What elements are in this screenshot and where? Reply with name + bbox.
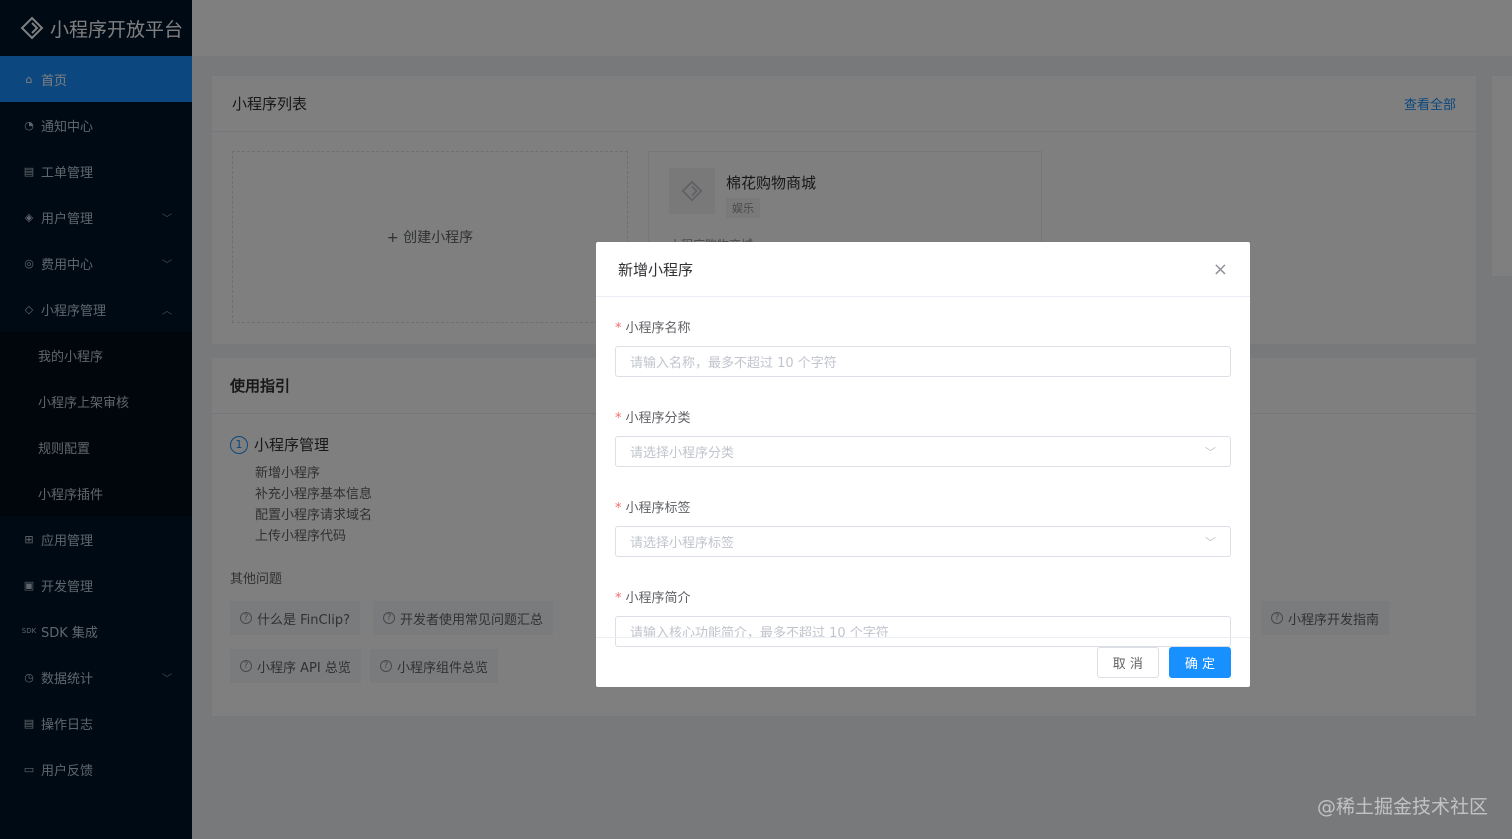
tag-select-placeholder: 请选择小程序标签 (630, 536, 735, 551)
field-label-text: 小程序分类 (625, 411, 691, 426)
name-input-placeholder: 请输入名称，最多不超过 10 个字符 (630, 356, 837, 371)
category-select-placeholder: 请选择小程序分类 (630, 446, 735, 461)
close-icon[interactable]: × (1213, 259, 1228, 280)
field-label-text: 小程序标签 (625, 501, 691, 516)
required-mark: * (615, 501, 622, 516)
field-label-text: 小程序名称 (625, 321, 691, 336)
chevron-down-icon: ﹀ (1205, 535, 1216, 549)
watermark: @稀土掘金技术社区 (1316, 796, 1488, 818)
new-miniprogram-dialog: 新增小程序 × * 小程序名称 请输入名称，最多不超过 10 个字符 * 小程序分类… (596, 242, 1250, 687)
dialog-footer: 取 消 确 定 (596, 637, 1250, 687)
required-mark: * (615, 591, 622, 606)
field-label: * 小程序标签 (615, 497, 1231, 516)
required-mark: * (615, 411, 622, 426)
category-select[interactable]: 请选择小程序分类 ﹀ (615, 436, 1231, 467)
required-mark: * (615, 321, 622, 336)
field-label-text: 小程序简介 (625, 591, 691, 606)
tag-select[interactable]: 请选择小程序标签 ﹀ (615, 526, 1231, 557)
confirm-button[interactable]: 确 定 (1168, 647, 1231, 678)
field-label: * 小程序名称 (615, 317, 1231, 336)
cancel-button[interactable]: 取 消 (1096, 647, 1159, 678)
field-label: * 小程序简介 (615, 587, 1231, 606)
field-label: * 小程序分类 (615, 407, 1231, 426)
dialog-header: 新增小程序 × (596, 242, 1250, 297)
dialog-body: * 小程序名称 请输入名称，最多不超过 10 个字符 * 小程序分类 请选择小程序分… (596, 297, 1250, 647)
chevron-down-icon: ﹀ (1205, 445, 1216, 459)
dialog-title: 新增小程序 (618, 260, 694, 279)
name-input[interactable]: 请输入名称，最多不超过 10 个字符 (615, 346, 1231, 377)
